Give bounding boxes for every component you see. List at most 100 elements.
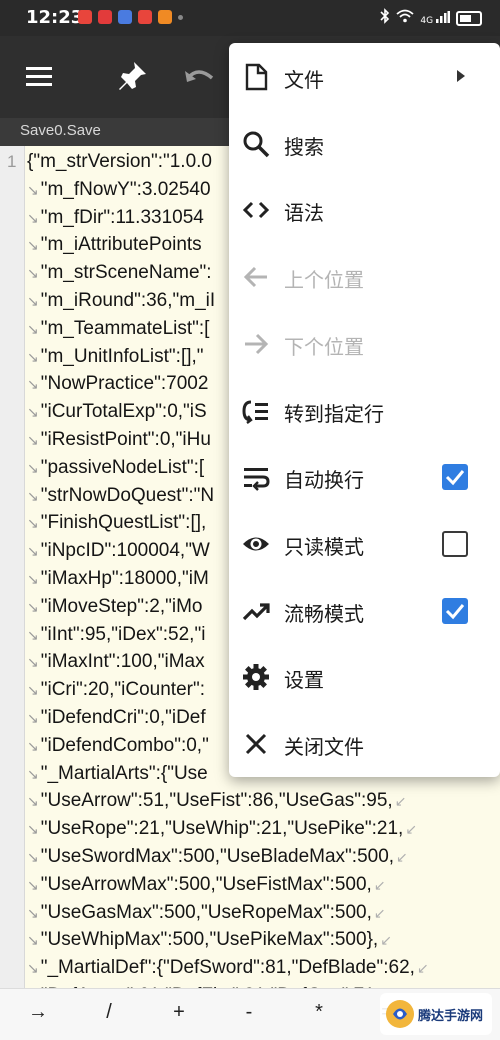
- weibo-notification-icon: [138, 10, 152, 24]
- wrap-marker-icon: ↘: [27, 571, 39, 587]
- symbol-arrow-key[interactable]: →: [18, 1001, 58, 1024]
- code-line: ↘ "iMaxInt":100,"iMax: [27, 648, 205, 675]
- code-text: "UseWhipMax":500,"UsePikeMax":500},: [40, 929, 379, 951]
- code-line: ↘ "m_fDir":11.331054: [27, 204, 204, 231]
- undo-icon[interactable]: [178, 56, 220, 98]
- menu-item-label: 文件: [284, 68, 324, 92]
- menu-item-label: 只读模式: [284, 534, 364, 559]
- code-line: ↘ "m_fNowY":3.02540: [27, 176, 211, 203]
- code-line: ↘ "iDefendCri":0,"iDef: [27, 704, 206, 731]
- code-line: ↘ "iMoveStep":2,"iMo: [27, 593, 202, 620]
- wrap-marker-icon: ↘: [27, 320, 39, 337]
- wrap-continue-icon: ↙: [380, 932, 392, 949]
- symbol-slash-key[interactable]: /: [89, 1001, 129, 1024]
- menu-checkbox[interactable]: [442, 530, 468, 557]
- menu-item-search[interactable]: 搜索: [229, 111, 500, 177]
- code-line: ↘ "_MartialDef":{"DefSword":81,"DefBlade"…: [27, 954, 429, 981]
- code-line: ↘ "iCri":20,"iCounter":: [27, 676, 205, 703]
- arrow-right-icon: [241, 329, 271, 359]
- code-line: ↘ "UseArrow":51,"UseFist":86,"UseGas":95,…: [27, 787, 406, 814]
- wrap-continue-icon: ↙: [396, 849, 408, 865]
- trending-icon: [241, 596, 271, 626]
- code-line: ↘ "UseWhipMax":500,"UsePikeMax":500}, ↙: [27, 926, 392, 953]
- more-dot-icon: [178, 15, 183, 20]
- search-icon: [241, 129, 271, 159]
- wrap-continue-icon: ↙: [373, 904, 386, 921]
- code-line: ↘ "UseGasMax":500,"UseRopeMax":500, ↙: [27, 899, 386, 926]
- symbol-bar: → / + - * = 腾达手游网: [0, 988, 500, 1040]
- menu-checkbox[interactable]: [442, 597, 468, 624]
- code-line: ↘ "m_iRound":36,"m_iI: [27, 287, 215, 314]
- symbol-star-key[interactable]: *: [299, 1001, 339, 1024]
- wrap-marker-icon: ↘: [27, 181, 39, 198]
- code-line: ↘ "_MartialArts":{"Use: [27, 760, 208, 787]
- menu-item-wrap[interactable]: 自动换行: [229, 444, 500, 510]
- wrap-marker-icon: ↘: [27, 710, 39, 726]
- code-text: "m_fNowY":3.02540: [40, 178, 211, 200]
- goto-line-icon: [241, 396, 271, 426]
- code-text: "m_fDir":11.331054: [40, 206, 204, 228]
- code-text: "_MartialDef":{"DefSword":81,"DefBlade":…: [40, 957, 415, 979]
- code-line: ↘ "m_iAttributePoints: [27, 231, 202, 258]
- code-line: ↘ "strNowDoQuest":"N: [27, 482, 214, 509]
- code-icon: [241, 195, 271, 225]
- code-text: "iResistPoint":0,"iHu: [40, 429, 211, 450]
- arrow-left-icon: [241, 262, 271, 292]
- wrap-marker-icon: ↘: [27, 765, 39, 782]
- file-tab[interactable]: Save0.Save: [20, 122, 101, 139]
- code-line: ↘ "NowPractice":7002: [27, 370, 208, 397]
- menu-item-eye[interactable]: 只读模式: [229, 511, 500, 577]
- signal-icon: 4G: [420, 10, 450, 26]
- menu-icon[interactable]: [18, 56, 60, 98]
- pin-icon[interactable]: [112, 56, 154, 98]
- code-text: "iMaxInt":100,"iMax: [40, 651, 205, 673]
- wrap-marker-icon: ↘: [27, 682, 39, 699]
- symbol-plus-key[interactable]: +: [159, 1001, 199, 1024]
- file-icon: [241, 62, 271, 92]
- code-text: "iMoveStep":2,"iMo: [40, 595, 203, 617]
- wrap-marker-icon: ↘: [27, 876, 39, 893]
- wrap-marker-icon: ↘: [27, 376, 39, 393]
- code-line: ↘ "m_UnitInfoList":[],": [27, 343, 204, 370]
- watermark: 腾达手游网: [380, 993, 492, 1035]
- wrap-icon: [241, 462, 271, 492]
- app-notification-icon: [98, 10, 112, 24]
- code-text: "UseRope":21,"UseWhip":21,"UsePike":21,: [40, 818, 404, 840]
- menu-item-label: 语法: [284, 201, 324, 226]
- wrap-marker-icon: ↘: [27, 793, 39, 810]
- menu-item-label: 流畅模式: [284, 601, 364, 626]
- wrap-continue-icon: ↙: [405, 821, 418, 838]
- code-text: "m_iAttributePoints: [40, 234, 202, 256]
- weibo-notification-icon: [78, 10, 92, 24]
- wrap-continue-icon: ↙: [373, 876, 386, 893]
- app-notification-icon: [118, 10, 132, 24]
- wrap-marker-icon: ↘: [27, 237, 39, 254]
- wrap-marker-icon: ↘: [27, 960, 39, 977]
- code-line: ↘ "iInt":95,"iDex":52,"i: [27, 621, 205, 648]
- menu-item-gear[interactable]: 设置: [229, 644, 500, 710]
- watermark-text: 腾达手游网: [418, 1009, 484, 1024]
- menu-item-file[interactable]: 文件: [229, 44, 500, 110]
- symbol-minus-key[interactable]: -: [229, 1001, 269, 1024]
- wrap-continue-icon: ↙: [394, 793, 407, 810]
- menu-item-label: 下个位置: [284, 334, 364, 359]
- code-text: "m_UnitInfoList":[],": [40, 345, 204, 367]
- code-text: "iInt":95,"iDex":52,"i: [40, 623, 206, 645]
- menu-item-trending[interactable]: 流畅模式: [229, 578, 500, 644]
- code-line: ↘ "UseSwordMax":500,"UseBladeMax":500, ↙: [27, 843, 408, 870]
- menu-checkbox[interactable]: [442, 464, 468, 491]
- code-text: "m_iRound":36,"m_iI: [40, 290, 216, 311]
- menu-item-close[interactable]: 关闭文件: [229, 711, 500, 777]
- code-text: "UseArrowMax":500,"UseFistMax":500,: [40, 873, 372, 895]
- code-line: ↘ "iCurTotalExp":0,"iS: [27, 398, 207, 425]
- video-notification-icon: [158, 10, 172, 24]
- code-line: ↘ "UseRope":21,"UseWhip":21,"UsePike":21,…: [27, 815, 417, 842]
- menu-item-code[interactable]: 语法: [229, 177, 500, 243]
- code-text: "FinishQuestList":[],: [40, 512, 207, 534]
- code-text: "strNowDoQuest":"N: [40, 484, 215, 506]
- menu-item-goto-line[interactable]: 转到指定行: [229, 378, 500, 444]
- status-bar: 12:23 4G: [0, 0, 500, 36]
- wrap-marker-icon: ↘: [27, 432, 39, 448]
- menu-item-label: 设置: [284, 668, 324, 693]
- menu-item-label: 上个位置: [284, 268, 364, 293]
